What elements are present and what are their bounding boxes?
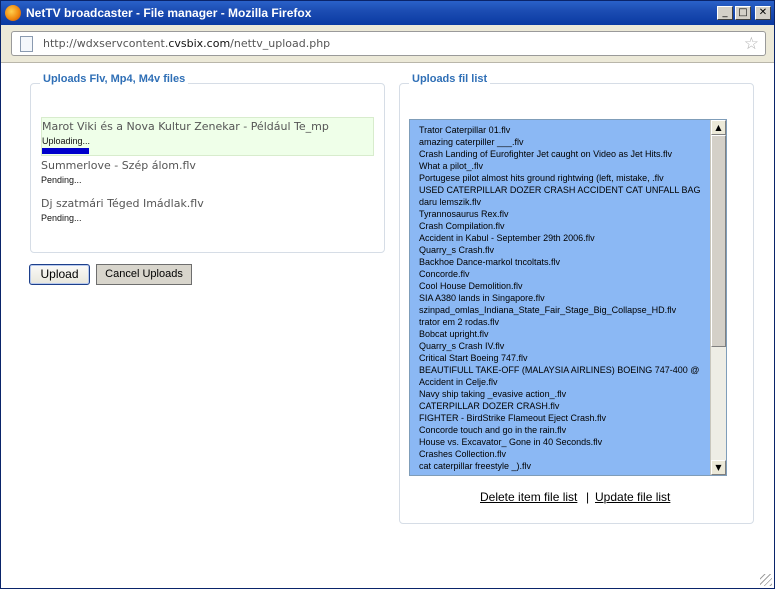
file-list-item[interactable]: CATERPILLAR DOZER CRASH.flv [419,400,711,412]
upload-queue-item: Marot Viki és a Nova Kultur Zenekar - Pé… [41,117,374,156]
file-list-item[interactable]: Cool House Demolition.flv [419,280,711,292]
file-list-item[interactable]: FIGHTER - BirdStrike Flameout Eject Cras… [419,412,711,424]
file-list-item[interactable]: USED CATERPILLAR DOZER CRASH ACCIDENT CA… [419,184,711,196]
resize-grip-icon[interactable] [760,574,772,586]
file-list-item[interactable]: Crash Compilation.flv [419,220,711,232]
upload-queue-item: Summerlove - Szép álom.flv Pending... [41,157,374,196]
file-list-item[interactable]: Concorde touch and go in the rain.flv [419,424,711,436]
file-list-item[interactable]: Critical Start Boeing 747.flv [419,352,711,364]
file-list-item[interactable]: What a pilot_.flv [419,160,711,172]
queue-status: Pending... [41,175,82,185]
file-list-item[interactable]: Crash Landing of Eurofighter Jet caught … [419,148,711,160]
browser-window: NetTV broadcaster - File manager - Mozil… [0,0,775,589]
queue-status: Uploading... [42,136,91,146]
url-suffix: /nettv_upload.php [230,37,331,50]
file-list-item[interactable]: House vs. Excavator_ Gone in 40 Seconds.… [419,436,711,448]
close-button[interactable]: ✕ [755,6,771,20]
upload-button[interactable]: Upload [29,264,90,285]
file-listbox[interactable]: Trator Caterpillar 01.flv amazing caterpi… [409,119,727,476]
file-list-item[interactable]: Accident in Kabul - September 29th 2006.… [419,232,711,244]
file-list-item[interactable]: Accident in Celje.flv [419,376,711,388]
file-list-item[interactable]: Bobcat upright.flv [419,328,711,340]
file-list-item[interactable]: trator em 2 rodas.flv [419,316,711,328]
queue-file-name: Marot Viki és a Nova Kultur Zenekar - Pé… [42,120,329,133]
url-prefix: http://wdxservcontent. [43,37,169,50]
file-list-item[interactable]: Concorde.flv [419,268,711,280]
delete-item-link[interactable]: Delete item file list [480,490,577,504]
file-list-item[interactable]: Backhoe Dance-markol tncoltats.flv [419,256,711,268]
firefox-icon [5,5,21,21]
file-list-item[interactable]: BEAUTIFULL TAKE-OFF (MALAYSIA AIRLINES) … [419,364,711,376]
file-list-item[interactable]: Crashes Collection.flv [419,448,711,460]
window-title: NetTV broadcaster - File manager - Mozil… [26,6,312,20]
file-list-item[interactable]: amazing caterpiller ___.flv [419,136,711,148]
queue-file-name: Dj szatmári Téged Imádlak.flv [41,197,204,210]
file-list-item[interactable]: Trator Caterpillar 01.flv [419,124,711,136]
cancel-uploads-button[interactable]: Cancel Uploads [96,264,192,285]
page-icon [20,36,33,52]
file-list-item[interactable]: Navy ship taking _evasive action_.flv [419,388,711,400]
page-content: Uploads Flv, Mp4, M4v files Marot Viki é… [1,64,774,588]
link-separator: | [586,490,590,504]
bookmark-star-icon[interactable]: ☆ [744,34,759,54]
scrollbar-thumb[interactable] [711,135,726,347]
list-scrollbar[interactable]: ▲ ▼ [710,120,726,475]
upload-queue-item: Dj szatmári Téged Imádlak.flv Pending... [41,195,374,234]
update-file-list-link[interactable]: Update file list [595,490,670,504]
file-list-items: Trator Caterpillar 01.flv amazing caterpi… [410,120,711,475]
file-list-item[interactable]: Tyrannosaurus Rex.flv [419,208,711,220]
url-domain: cvsbix.com [168,37,231,50]
upload-progress-bar [42,148,89,154]
upload-panel-title: Uploads Flv, Mp4, M4v files [40,73,189,85]
scroll-down-icon[interactable]: ▼ [711,460,726,475]
file-list-item[interactable]: szinpad_omlas_Indiana_State_Fair_Stage_B… [419,304,711,316]
file-list-item[interactable]: Portugese pilot almost hits ground right… [419,172,711,184]
queue-status: Pending... [41,213,82,223]
file-list-panel-title: Uploads fil list [409,73,491,85]
file-list-item[interactable]: cat caterpillar freestyle _).flv [419,460,711,472]
file-list-item[interactable]: Quarry_s Crash.flv [419,244,711,256]
url-text[interactable]: http://wdxservcontent.cvsbix.com/nettv_u… [43,37,330,50]
url-field[interactable]: http://wdxservcontent.cvsbix.com/nettv_u… [11,31,766,56]
title-bar[interactable]: NetTV broadcaster - File manager - Mozil… [1,1,774,25]
scroll-up-icon[interactable]: ▲ [711,120,726,135]
minimize-button[interactable]: _ [717,6,733,20]
file-list-item[interactable]: SIA A380 lands in Singapore.flv [419,292,711,304]
queue-file-name: Summerlove - Szép álom.flv [41,159,196,172]
file-list-item[interactable]: Quarry_s Crash IV.flv [419,340,711,352]
address-bar: http://wdxservcontent.cvsbix.com/nettv_u… [1,25,774,63]
file-list-item[interactable]: daru lemszik.flv [419,196,711,208]
maximize-button[interactable]: □ [735,6,751,20]
